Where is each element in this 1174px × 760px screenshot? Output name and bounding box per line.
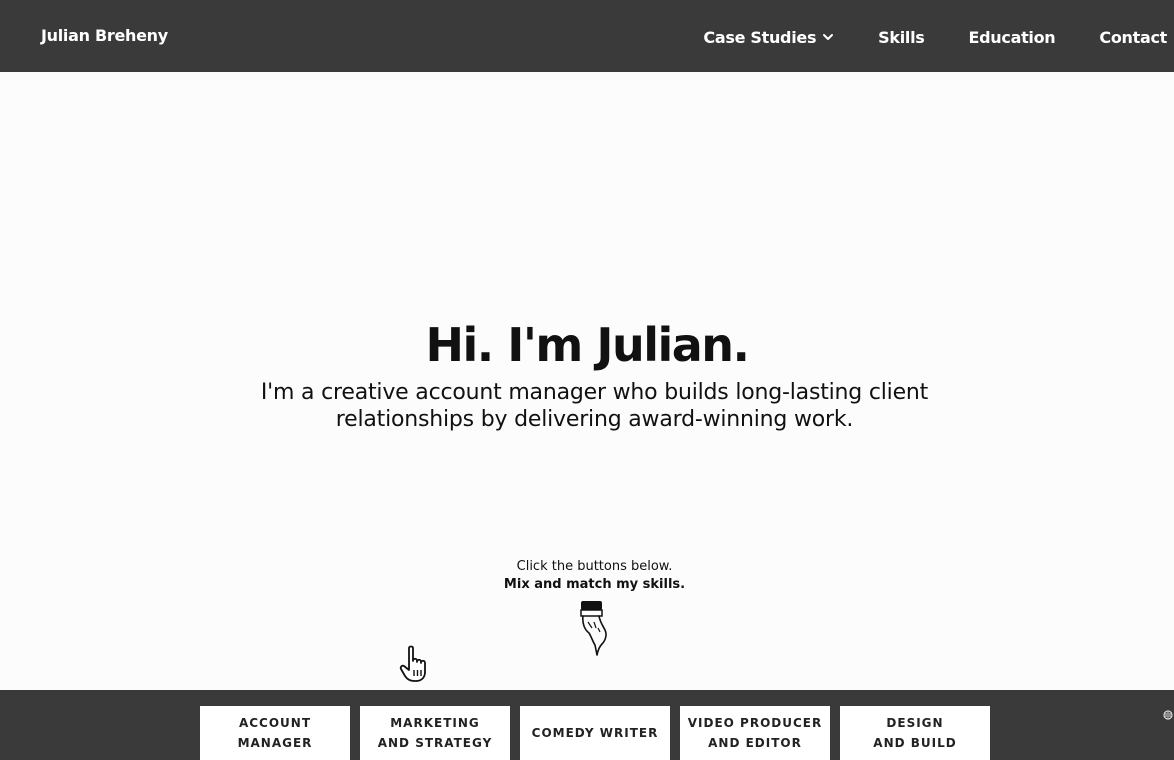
skill-button-comedy-writer[interactable]: COMEDY WRITER — [520, 706, 670, 760]
prompt-text: Click the buttons below. — [516, 559, 673, 574]
nav-item-contact[interactable]: Contact — [1099, 28, 1167, 47]
nav-item-skills[interactable]: Skills — [878, 28, 925, 47]
nav-item-case-studies[interactable]: Case Studies — [703, 28, 834, 47]
skill-button-marketing-strategy[interactable]: MARKETING AND STRATEGY — [360, 706, 510, 760]
skill-button-design-build[interactable]: DESIGN AND BUILD — [840, 706, 990, 760]
hero-subline: I'm a creative account manager who build… — [260, 380, 929, 432]
prompt-text-bold: Mix and match my skills. — [503, 577, 686, 592]
main-nav: Case Studies Skills Education Contact — [703, 26, 1167, 48]
accessibility-icon[interactable] — [1163, 708, 1173, 722]
hero-headline: Hi. I'm Julian. — [425, 318, 750, 372]
nav-item-label: Case Studies — [703, 27, 817, 47]
nav-item-education[interactable]: Education — [969, 28, 1056, 47]
pointing-hand-down-icon — [580, 601, 607, 656]
hand-cursor-icon — [399, 645, 426, 682]
site-brand[interactable]: Julian Breheny — [41, 26, 168, 45]
chevron-down-icon — [823, 34, 834, 40]
skills-button-bar: ACCOUNT MANAGER MARKETING AND STRATEGY C… — [0, 690, 1174, 760]
top-navigation-bar: Julian Breheny Case Studies Skills Educa… — [0, 0, 1174, 72]
skill-button-video-producer[interactable]: VIDEO PRODUCER AND EDITOR — [680, 706, 830, 760]
skill-button-account-manager[interactable]: ACCOUNT MANAGER — [200, 706, 350, 760]
